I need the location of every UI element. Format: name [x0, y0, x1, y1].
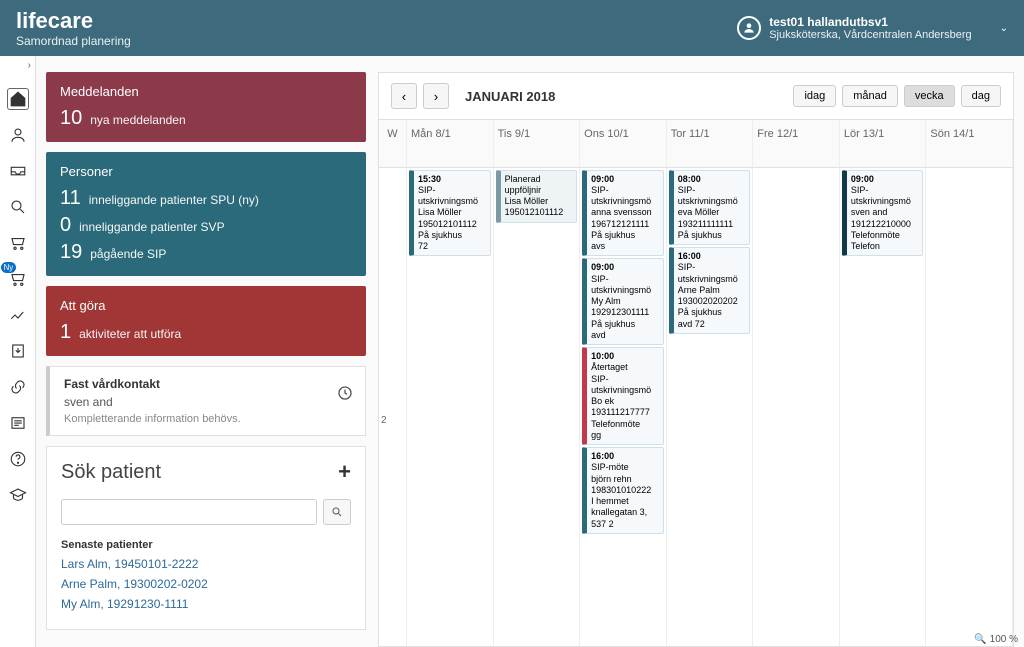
- calendar-event[interactable]: 09:00SIP-utskrivningsmöMy Alm19291230111…: [582, 258, 664, 345]
- cal-view-today[interactable]: idag: [793, 85, 836, 107]
- nav-person-icon[interactable]: [7, 124, 29, 146]
- fast-name: sven and: [64, 395, 351, 409]
- personer-count: 19: [60, 241, 82, 264]
- nav-cart-icon[interactable]: [7, 232, 29, 254]
- calendar-event[interactable]: 15:30SIP-utskrivningsmöLisa Möller195012…: [409, 170, 491, 257]
- user-name: test01 hallandutbsv1: [769, 15, 971, 29]
- cal-next-button[interactable]: ›: [423, 83, 449, 109]
- nav-help-icon[interactable]: [7, 448, 29, 470]
- zoom-level: 🔍 100 %: [974, 634, 1018, 645]
- fast-vardkontakt-card[interactable]: Fast vårdkontakt sven and Kompletterande…: [46, 366, 366, 436]
- recent-list: Lars Alm, 19450101-2222 Arne Palm, 193002…: [61, 557, 351, 611]
- week-header: W: [379, 120, 407, 168]
- messages-label: nya meddelanden: [90, 113, 185, 127]
- calendar: ‹ › JANUARI 2018 idag månad vecka dag WM…: [378, 72, 1014, 647]
- day-header: Mån 8/1: [407, 120, 494, 168]
- day-column: 08:00SIP-utskrivningsmöeva Möller1932111…: [667, 168, 754, 647]
- nav-inbox-icon[interactable]: [7, 160, 29, 182]
- nav-link-icon[interactable]: [7, 376, 29, 398]
- week-number: 2: [379, 168, 407, 647]
- search-patient-card: Sök patient + Senaste patienter Lars Alm…: [46, 446, 366, 630]
- day-header: Sön 14/1: [926, 120, 1013, 168]
- app-header: lifecare Samordnad planering test01 hall…: [0, 0, 1024, 56]
- avatar: [737, 16, 761, 40]
- personer-card[interactable]: Personer 11 inneliggande patienter SPU (n…: [46, 152, 366, 276]
- cal-prev-button[interactable]: ‹: [391, 83, 417, 109]
- calendar-event[interactable]: 10:00ÅtertagetSIP-utskrivningsmöBo ek193…: [582, 347, 664, 445]
- nav-chart-icon[interactable]: [7, 304, 29, 326]
- add-patient-button[interactable]: +: [338, 459, 351, 485]
- app-subtitle: Samordnad planering: [16, 34, 131, 48]
- day-header: Ons 10/1: [580, 120, 667, 168]
- nav-export-icon[interactable]: [7, 340, 29, 362]
- personer-label: inneliggande patienter SPU (ny): [89, 193, 259, 207]
- nav-search-icon[interactable]: [7, 196, 29, 218]
- calendar-event[interactable]: 08:00SIP-utskrivningsmöeva Möller1932111…: [669, 170, 751, 246]
- attgora-label: aktiviteter att utföra: [79, 327, 181, 341]
- messages-card[interactable]: Meddelanden 10 nya meddelanden: [46, 72, 366, 142]
- day-column: 09:00SIP-utskrivningsmöanna svensson1967…: [580, 168, 667, 647]
- calendar-event[interactable]: 09:00SIP-utskrivningsmöanna svensson1967…: [582, 170, 664, 257]
- day-column: [753, 168, 840, 647]
- app-logo: lifecare: [16, 8, 131, 34]
- attgora-title: Att göra: [60, 298, 352, 313]
- cal-title: JANUARI 2018: [465, 89, 555, 104]
- calendar-event[interactable]: 16:00SIP-mötebjörn rehn198301010222I hem…: [582, 447, 664, 534]
- day-header: Lör 13/1: [840, 120, 927, 168]
- user-text: test01 hallandutbsv1 Sjuksköterska, Vård…: [769, 15, 971, 41]
- personer-count: 11: [60, 187, 81, 210]
- search-title: Sök patient: [61, 461, 161, 484]
- day-column: [926, 168, 1013, 647]
- calendar-event[interactable]: Planerad uppföljnirLisa Möller1950121011…: [496, 170, 578, 223]
- personer-title: Personer: [60, 164, 352, 179]
- left-panel: Meddelanden 10 nya meddelanden Personer …: [46, 72, 366, 647]
- side-iconbar: › Ny: [0, 56, 36, 647]
- day-column: 09:00SIP-utskrivningsmösven and191212210…: [840, 168, 927, 647]
- day-column: 15:30SIP-utskrivningsmöLisa Möller195012…: [407, 168, 494, 647]
- day-header: Tis 9/1: [494, 120, 581, 168]
- badge-new: Ny: [1, 262, 17, 273]
- day-header: Fre 12/1: [753, 120, 840, 168]
- fast-sub: Kompletterande information behövs.: [64, 413, 351, 425]
- calendar-event[interactable]: 09:00SIP-utskrivningsmösven and191212210…: [842, 170, 924, 257]
- logo-block: lifecare Samordnad planering: [16, 8, 131, 48]
- personer-label: pågående SIP: [90, 247, 166, 261]
- calendar-grid: WMån 8/1Tis 9/1Ons 10/1Tor 11/1Fre 12/1L…: [379, 119, 1013, 646]
- attgora-count: 1: [60, 321, 71, 344]
- nav-cart-new-icon[interactable]: Ny: [7, 268, 29, 290]
- search-button[interactable]: [323, 499, 351, 525]
- nav-home-icon[interactable]: [7, 88, 29, 110]
- nav-news-icon[interactable]: [7, 412, 29, 434]
- personer-label: inneliggande patienter SVP: [79, 220, 224, 234]
- cal-view-week[interactable]: vecka: [904, 85, 955, 107]
- attgora-card[interactable]: Att göra 1 aktiviteter att utföra: [46, 286, 366, 356]
- fast-title: Fast vårdkontakt: [64, 377, 351, 391]
- cal-view-day[interactable]: dag: [961, 85, 1001, 107]
- messages-title: Meddelanden: [60, 84, 352, 99]
- recent-title: Senaste patienter: [61, 539, 351, 551]
- user-role: Sjuksköterska, Vårdcentralen Andersberg: [769, 29, 971, 41]
- day-header: Tor 11/1: [667, 120, 754, 168]
- messages-count: 10: [60, 107, 82, 130]
- recent-patient-link[interactable]: My Alm, 19291230-1111: [61, 597, 351, 611]
- personer-count: 0: [60, 214, 71, 237]
- day-column: Planerad uppföljnirLisa Möller1950121011…: [494, 168, 581, 647]
- nav-graduate-icon[interactable]: [7, 484, 29, 506]
- search-input[interactable]: [61, 499, 317, 525]
- sidebar-toggle[interactable]: ›: [0, 60, 35, 74]
- cal-view-month[interactable]: månad: [842, 85, 898, 107]
- chevron-down-icon: ⌄: [1000, 23, 1008, 34]
- recent-patient-link[interactable]: Arne Palm, 19300202-0202: [61, 577, 351, 591]
- calendar-event[interactable]: 16:00SIP-utskrivningsmöArne Palm19300202…: [669, 247, 751, 334]
- recent-patient-link[interactable]: Lars Alm, 19450101-2222: [61, 557, 351, 571]
- clock-icon: [337, 385, 353, 406]
- user-menu[interactable]: test01 hallandutbsv1 Sjuksköterska, Vård…: [737, 15, 1008, 41]
